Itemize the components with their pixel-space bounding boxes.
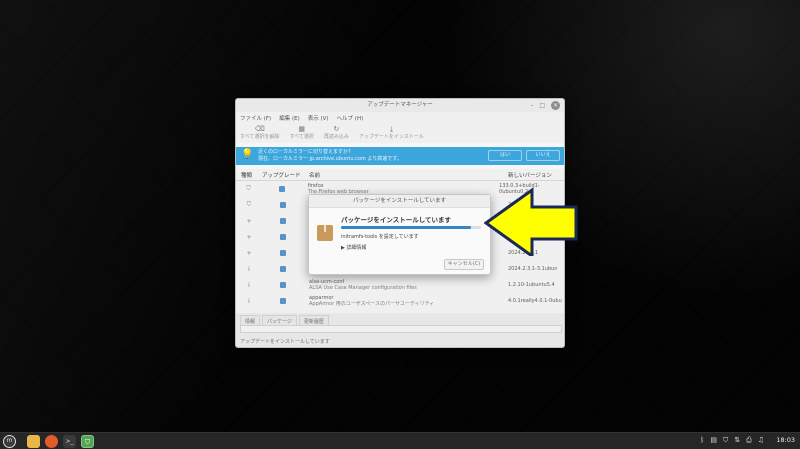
- dialog-status: initramfs-tools を設定しています: [341, 234, 419, 240]
- terminal-icon[interactable]: >_: [63, 435, 76, 448]
- window-title: アップデートマネージャー: [367, 102, 433, 108]
- select-all-label: すべて選択: [289, 134, 314, 140]
- infobar-yes-button[interactable]: はい: [488, 150, 522, 161]
- dialog-title: パッケージをインストールしています: [309, 195, 490, 208]
- mirror-infobar: 💡 近くのローカルミラーに切り替えますか? 現在、ローカルミラー jp.arch…: [236, 147, 564, 165]
- refresh-button[interactable]: ↻ 再読み込み: [324, 125, 349, 141]
- clear-selection-button[interactable]: ⌫ すべて選択を解除: [240, 125, 279, 141]
- printer-icon[interactable]: ⎙: [746, 436, 752, 445]
- toolbar: ⌫ すべて選択を解除 ▦ すべて選択 ↻ 再読み込み ⤓ アップデートをインスト…: [236, 123, 564, 143]
- cancel-button[interactable]: キャンセル(C): [444, 259, 484, 270]
- refresh-icon: ↻: [333, 125, 340, 133]
- install-progress-bar: [341, 226, 481, 229]
- menubar: ファイル (F) 編集 (E) 表示 (V) ヘルプ (H): [236, 112, 564, 123]
- clock[interactable]: 18:03: [776, 436, 795, 444]
- yellow-arrow-annotation: [484, 187, 578, 256]
- install-dialog: パッケージをインストールしています パッケージをインストールしています init…: [308, 194, 491, 275]
- shield-tray-icon[interactable]: ⛉: [723, 436, 728, 445]
- update-manager-icon[interactable]: ⛉: [81, 435, 94, 448]
- clear-selection-label: すべて選択を解除: [240, 134, 280, 140]
- network-icon[interactable]: ⇅: [734, 436, 740, 445]
- menu-file[interactable]: ファイル (F): [240, 114, 271, 122]
- package-box-icon: [317, 225, 333, 241]
- refresh-label: 再読み込み: [323, 134, 349, 140]
- select-all-button[interactable]: ▦ すべて選択: [289, 125, 313, 141]
- arrow-shape: [484, 187, 578, 256]
- menu-view[interactable]: 表示 (V): [308, 114, 329, 122]
- clipboard-icon[interactable]: ▤: [710, 436, 717, 445]
- firefox-icon[interactable]: [45, 435, 58, 448]
- sound-icon[interactable]: ♫: [758, 436, 764, 445]
- progress-fill: [341, 226, 472, 229]
- menu-icon[interactable]: m: [3, 435, 16, 448]
- infobar-no-button[interactable]: いいえ: [526, 150, 560, 161]
- maximize-button[interactable]: □: [539, 101, 545, 110]
- close-button[interactable]: ×: [551, 101, 560, 110]
- select-all-icon: ▦: [298, 125, 305, 133]
- bluetooth-icon[interactable]: ᛒ: [700, 436, 704, 445]
- details-expander[interactable]: ▶ 詳細情報: [341, 244, 366, 251]
- expander-triangle-icon: ▶: [341, 245, 345, 251]
- dialog-heading: パッケージをインストールしています: [341, 216, 452, 224]
- install-icon: ⤓: [389, 125, 393, 133]
- menu-edit[interactable]: 編集 (E): [279, 114, 300, 122]
- system-tray: ᛒ ▤ ⛉ ⇅ ⎙ ♫: [700, 436, 764, 445]
- details-label: 詳細情報: [346, 245, 367, 251]
- files-icon[interactable]: [27, 435, 40, 448]
- minimize-button[interactable]: –: [530, 101, 533, 110]
- install-updates-button[interactable]: ⤓ アップデートをインストール: [359, 125, 424, 141]
- eraser-icon: ⌫: [254, 125, 265, 133]
- window-titlebar[interactable]: アップデートマネージャー – □ ×: [236, 99, 564, 112]
- menu-help[interactable]: ヘルプ (H): [337, 114, 364, 122]
- install-updates-label: アップデートをインストール: [358, 134, 424, 140]
- taskbar: m >_ ⛉ ᛒ ▤ ⛉ ⇅ ⎙ ♫ 18:03: [0, 432, 800, 449]
- lightbulb-icon: 💡: [241, 149, 254, 160]
